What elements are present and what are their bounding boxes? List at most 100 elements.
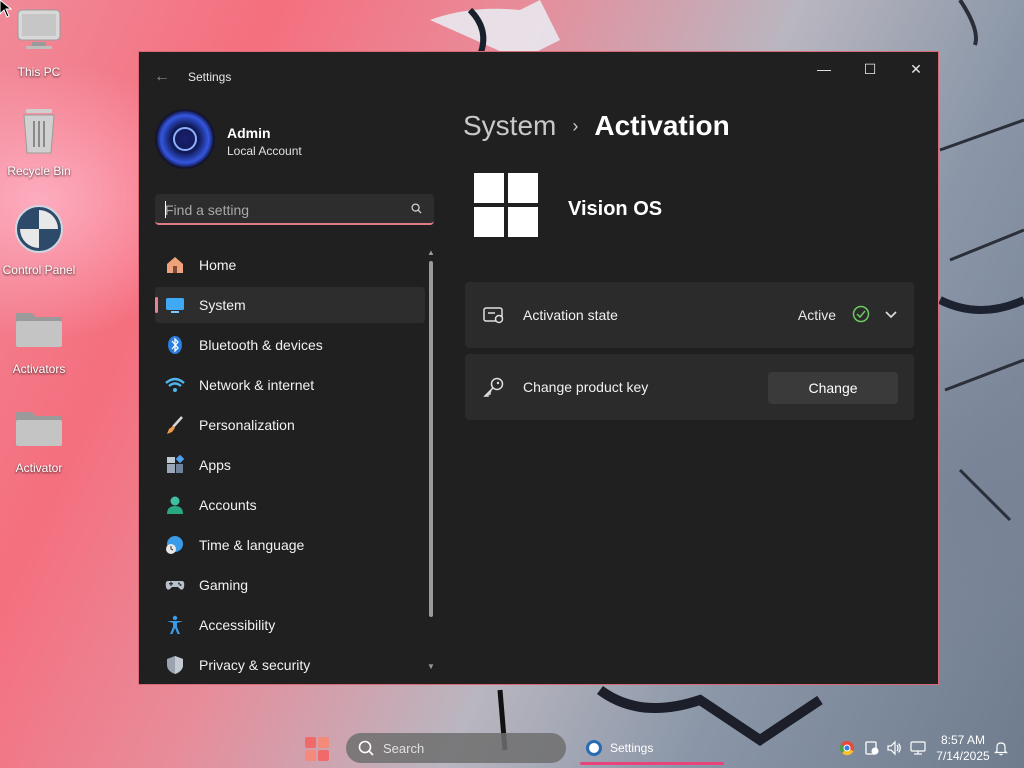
os-name: Vision OS: [568, 198, 663, 220]
key-icon: [483, 377, 504, 397]
folder-icon: [16, 412, 62, 446]
window-title: Settings: [188, 70, 232, 84]
bluetooth-icon: [168, 336, 182, 354]
sidebar-item-label: Accessibility: [199, 617, 276, 633]
sidebar-item-personalization[interactable]: Personalization: [155, 407, 425, 443]
clock-time[interactable]: 8:57 AM: [937, 733, 989, 747]
desktop-icon-this-pc[interactable]: This PC: [0, 6, 78, 79]
taskbar-app-label: Settings: [610, 741, 654, 755]
sidebar-item-label: System: [199, 297, 246, 313]
sidebar-nav: Home System Bluetooth & devices Network …: [155, 247, 425, 684]
page-title: Activation: [594, 110, 730, 141]
check-circle-icon: [852, 305, 870, 323]
avatar[interactable]: [155, 109, 215, 169]
close-icon: ✕: [910, 61, 922, 77]
sidebar-item-privacy-security[interactable]: Privacy & security: [155, 647, 425, 683]
time-icon: [166, 536, 183, 554]
sidebar-item-label: Apps: [199, 457, 231, 473]
sidebar-item-label: Time & language: [199, 537, 305, 553]
taskbar-app-settings[interactable]: Settings: [580, 731, 724, 765]
wifi-icon: [165, 377, 185, 392]
search-icon[interactable]: [411, 203, 422, 214]
sidebar-item-accounts[interactable]: Accounts: [155, 487, 425, 523]
desktop-icon-label: This PC: [17, 65, 61, 79]
desktop-icon-activator[interactable]: Activator: [0, 402, 78, 475]
avatar-ring-icon: [173, 127, 197, 151]
monitor-icon: [17, 9, 61, 49]
maximize-button[interactable]: ☐: [847, 52, 893, 86]
settings-search: [155, 194, 434, 225]
settings-app-icon: [586, 740, 602, 756]
scroll-up-icon[interactable]: ▲: [427, 249, 435, 257]
back-button[interactable]: ←: [151, 66, 173, 88]
brush-icon: [167, 416, 183, 434]
activation-state-label: Activation state: [523, 307, 618, 323]
security-tray-icon[interactable]: [864, 740, 880, 756]
certificate-icon: [483, 307, 504, 324]
text-caret: [165, 201, 166, 218]
volume-icon[interactable]: [886, 740, 902, 756]
title-bar: ← Settings — ☐ ✕: [139, 52, 938, 102]
minimize-icon: —: [817, 61, 831, 77]
taskbar-search[interactable]: Search: [346, 733, 566, 763]
sidebar-item-home[interactable]: Home: [155, 247, 425, 283]
back-arrow-icon: ←: [154, 68, 170, 85]
sidebar-item-label: Privacy & security: [199, 657, 311, 673]
apps-icon: [167, 455, 185, 473]
chrome-icon[interactable]: [839, 740, 855, 756]
sidebar-item-time-language[interactable]: Time & language: [155, 527, 425, 563]
sidebar-item-system[interactable]: System: [155, 287, 425, 323]
sidebar-item-accessibility[interactable]: Accessibility: [155, 607, 425, 643]
shield-icon: [167, 656, 183, 674]
start-logo-icon: [305, 737, 316, 748]
sidebar-item-label: Personalization: [199, 417, 295, 433]
sidebar-item-network[interactable]: Network & internet: [155, 367, 425, 403]
folder-icon: [16, 313, 62, 347]
chevron-down-icon[interactable]: [884, 308, 898, 322]
activation-state-card[interactable]: Activation state Active: [465, 282, 914, 348]
desktop-icon-label: Recycle Bin: [7, 164, 71, 178]
accounts-icon: [167, 496, 183, 514]
desktop-icon-recycle-bin[interactable]: Recycle Bin: [0, 105, 78, 178]
sidebar-item-label: Network & internet: [199, 377, 315, 393]
desktop-icon-activators[interactable]: Activators: [0, 303, 78, 376]
system-icon: [166, 298, 184, 313]
sidebar-item-label: Home: [199, 257, 237, 273]
windows-logo-icon: [474, 173, 538, 237]
notification-bell-icon[interactable]: [993, 740, 1009, 756]
close-button[interactable]: ✕: [893, 52, 938, 86]
desktop-icon-label: Activators: [12, 362, 66, 376]
maximize-icon: ☐: [863, 61, 877, 77]
product-key-card: Change product key Change: [465, 354, 914, 420]
search-icon: [358, 740, 374, 756]
control-panel-icon: [15, 205, 63, 253]
product-key-label: Change product key: [523, 379, 649, 395]
recycle-bin-icon: [23, 109, 55, 154]
home-icon: [167, 257, 183, 273]
sidebar-item-bluetooth[interactable]: Bluetooth & devices: [155, 327, 425, 363]
breadcrumb-separator-icon: ›: [572, 115, 579, 136]
gamepad-icon: [165, 581, 185, 590]
activation-state-value: Active: [797, 307, 836, 323]
desktop-icon-label: Control Panel: [2, 263, 76, 277]
sidebar-item-label: Accounts: [199, 497, 257, 513]
search-input[interactable]: [165, 200, 395, 220]
scroll-down-icon[interactable]: ▼: [427, 663, 435, 671]
desktop-icon-control-panel[interactable]: Control Panel: [0, 204, 78, 277]
change-product-key-button[interactable]: Change: [768, 372, 898, 404]
minimize-button[interactable]: —: [801, 52, 847, 86]
settings-window: ← Settings — ☐ ✕ Admin Local Account Fin…: [138, 51, 939, 685]
breadcrumb-parent[interactable]: System: [463, 110, 556, 142]
taskbar-search-label: Search: [383, 741, 425, 756]
scroll-thumb[interactable]: [429, 261, 433, 617]
account-type: Local Account: [227, 144, 302, 158]
clock-date[interactable]: 7/14/2025: [936, 749, 990, 763]
active-app-indicator: [580, 762, 724, 765]
sidebar-item-gaming[interactable]: Gaming: [155, 567, 425, 603]
sidebar-scrollbar[interactable]: ▲ ▼: [427, 249, 435, 673]
sidebar-item-apps[interactable]: Apps: [155, 447, 425, 483]
sidebar-item-label: Bluetooth & devices: [199, 337, 323, 353]
network-tray-icon[interactable]: [910, 740, 926, 756]
start-button[interactable]: [305, 737, 329, 761]
user-name: Admin: [227, 125, 271, 141]
